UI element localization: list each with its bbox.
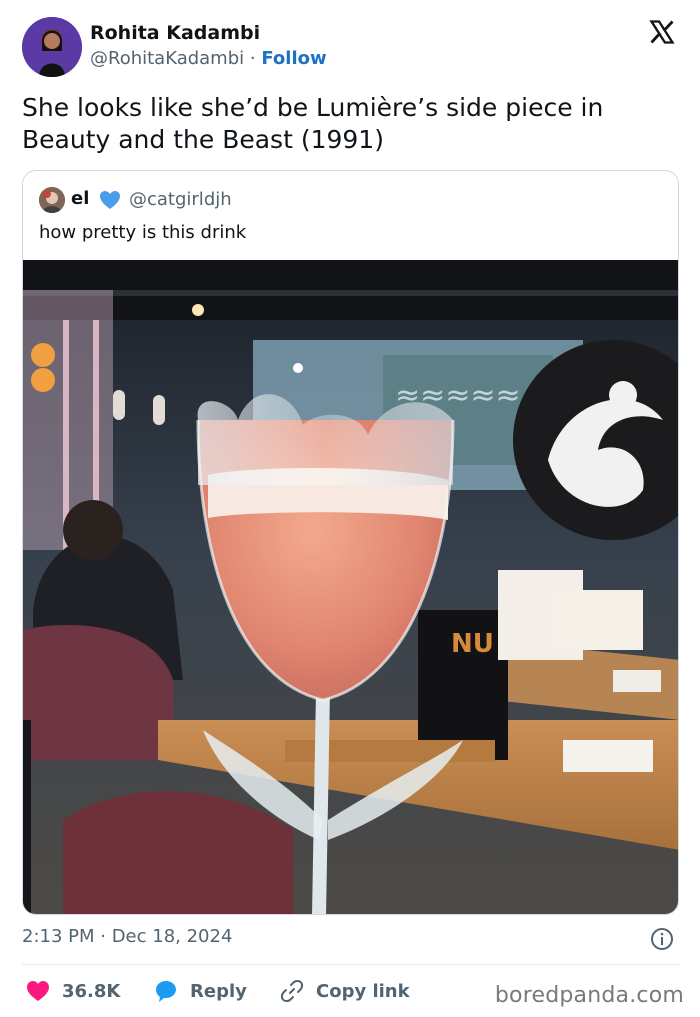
quoted-name[interactable]: el bbox=[71, 188, 89, 209]
quoted-tweet[interactable]: el @catgirldjh how pretty is this drink bbox=[22, 170, 679, 915]
copy-link-button[interactable]: Copy link bbox=[280, 978, 410, 1004]
author-name[interactable]: Rohita Kadambi bbox=[90, 22, 260, 44]
tweet-text: She looks like she’d be Lumière’s side p… bbox=[22, 93, 604, 154]
author-handle[interactable]: @RohitaKadambi bbox=[90, 48, 244, 69]
drink-photo[interactable]: ≈≈≈≈≈ NU bbox=[23, 260, 679, 915]
like-count: 36.8K bbox=[62, 980, 121, 1002]
x-logo-icon[interactable] bbox=[648, 18, 676, 46]
reply-label: Reply bbox=[190, 980, 247, 1002]
menu-stand-sign: NU bbox=[451, 629, 494, 659]
author-avatar[interactable] bbox=[22, 17, 82, 77]
tweet-card: Rohita Kadambi @RohitaKadambi · Follow S… bbox=[0, 0, 700, 1017]
quoted-avatar[interactable] bbox=[39, 187, 65, 213]
quoted-handle[interactable]: @catgirldjh bbox=[129, 189, 232, 210]
copy-link-label: Copy link bbox=[316, 980, 410, 1002]
heart-icon bbox=[27, 981, 49, 1001]
like-button[interactable]: 36.8K bbox=[26, 978, 120, 1004]
info-icon[interactable] bbox=[650, 927, 674, 951]
divider bbox=[22, 964, 680, 965]
speech-bubble-icon bbox=[156, 981, 176, 1002]
link-icon bbox=[280, 979, 304, 1003]
tweet-timestamp[interactable]: 2:13 PM · Dec 18, 2024 bbox=[22, 926, 232, 947]
quoted-text: how pretty is this drink bbox=[39, 222, 247, 243]
separator-dot: · bbox=[249, 48, 256, 69]
verified-heart-icon bbox=[100, 191, 120, 209]
watermark: boredpanda.com bbox=[494, 983, 684, 1008]
author-handle-line: @RohitaKadambi · Follow bbox=[90, 48, 327, 69]
reply-button[interactable]: Reply bbox=[154, 978, 247, 1004]
follow-button[interactable]: Follow bbox=[261, 48, 326, 69]
